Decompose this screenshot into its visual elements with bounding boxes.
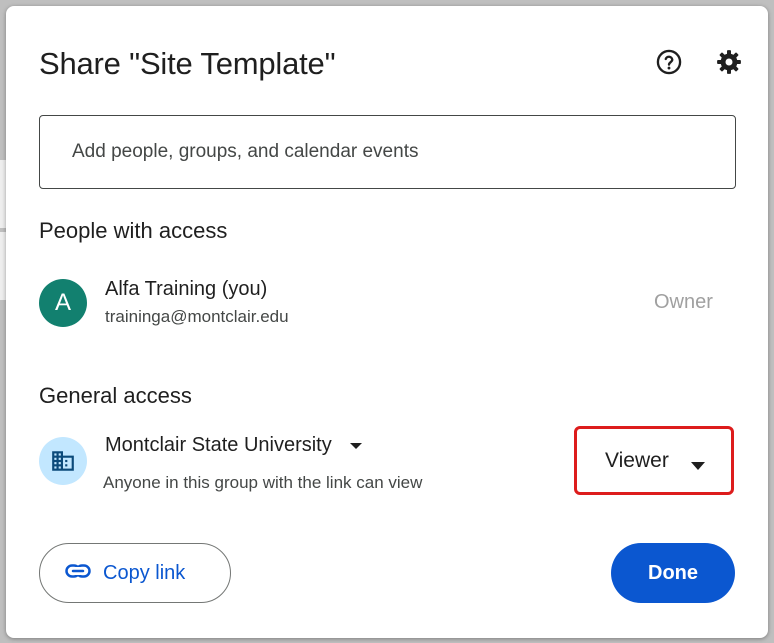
link-icon (65, 564, 91, 583)
copy-link-button[interactable]: Copy link (39, 543, 231, 603)
access-description: Anyone in this group with the link can v… (103, 473, 423, 492)
help-circle-icon (655, 48, 683, 81)
role-dropdown-label: Viewer (605, 448, 669, 472)
done-button[interactable]: Done (611, 543, 735, 603)
org-name: Montclair State University (105, 434, 332, 456)
caret-down-icon (691, 457, 705, 475)
share-dialog: Share "Site Template" Add people, groups… (6, 6, 768, 638)
caret-down-icon (349, 437, 362, 455)
avatar: A (39, 279, 87, 327)
people-with-access-heading: People with access (39, 218, 228, 243)
add-people-field[interactable] (39, 115, 736, 189)
general-access-heading: General access (39, 383, 192, 408)
building-icon (39, 437, 87, 485)
dialog-title: Share "Site Template" (39, 46, 336, 81)
gear-icon (715, 48, 743, 81)
person-email: traininga@montclair.edu (105, 307, 289, 326)
org-access-dropdown[interactable]: Montclair State University (105, 434, 362, 457)
settings-button[interactable] (709, 44, 749, 84)
copy-link-label: Copy link (103, 561, 186, 584)
add-people-input[interactable] (70, 140, 735, 164)
help-button[interactable] (649, 44, 689, 84)
person-name: Alfa Training (you) (105, 278, 268, 300)
role-dropdown[interactable]: Viewer (574, 426, 734, 495)
owner-role-label: Owner (654, 291, 713, 313)
